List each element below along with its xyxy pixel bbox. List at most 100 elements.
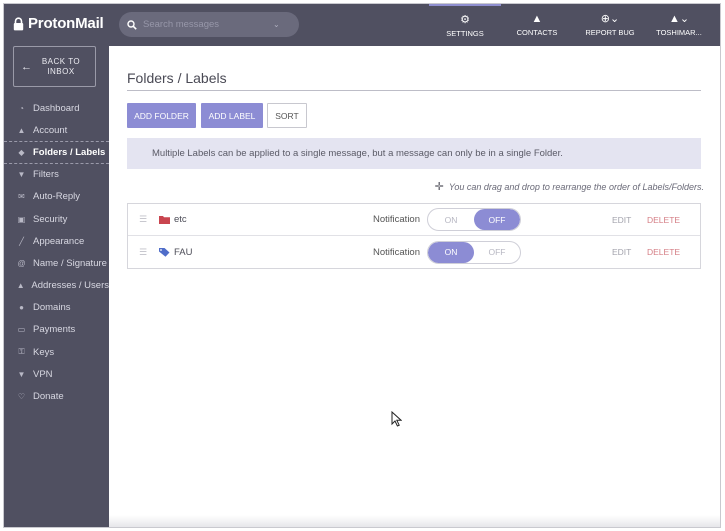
sidebar-item-label: Security [33,213,68,225]
notification-toggle[interactable]: ON OFF [427,240,521,264]
nav-contacts[interactable]: ▲ CONTACTS [509,4,565,46]
folders-labels-list: ☰ etc Notification ON OFF EDIT DELETE ☰ [127,203,701,269]
toggle-on-option[interactable]: ON [428,209,474,230]
heart-icon: ♡ [17,392,26,402]
sidebar-item-donate[interactable]: ♡ Donate [4,385,109,407]
add-label-button[interactable]: ADD LABEL [201,103,263,128]
sidebar-item-addresses-users[interactable]: ▲ Addresses / Users [4,275,109,297]
sidebar-item-label: Folders / Labels [33,146,106,158]
credit-card-icon: ▭ [17,325,26,335]
logo-text: ProtonMail [28,15,104,32]
toggle-off-option[interactable]: OFF [474,209,520,230]
sidebar-item-account[interactable]: ▲ Account [4,119,109,141]
at-icon: @ [17,258,26,268]
folder-icon [159,216,170,224]
item-name: FAU [174,246,193,258]
sidebar-item-security[interactable]: ▣ Security [4,208,109,230]
arrow-left-icon: ← [21,60,32,73]
edit-button[interactable]: EDIT [612,215,631,225]
sidebar-item-label: Auto-Reply [33,191,80,203]
drag-handle-icon[interactable]: ☰ [139,214,147,225]
back-to-inbox-button[interactable]: ← BACK TO INBOX [13,46,96,87]
sidebar-item-folders-labels[interactable]: ◆ Folders / Labels [4,141,109,164]
sidebar-item-label: Donate [33,391,64,403]
delete-button[interactable]: DELETE [647,247,680,257]
sidebar-item-name-signature[interactable]: @ Name / Signature [4,252,109,274]
filter-icon: ▼ [17,170,26,180]
sidebar-item-label: Dashboard [33,102,80,114]
notification-label: Notification [373,214,420,225]
dashboard-icon: ◔ [19,103,24,113]
main-content: Folders / Labels ADD FOLDER ADD LABEL SO… [109,46,720,527]
notification-label: Notification [373,246,420,258]
paintbrush-icon: ╱ [19,236,24,246]
nav-settings[interactable]: ⚙ SETTINGS [429,4,501,46]
key-icon: ⚿ [18,347,25,357]
sidebar-item-label: Filters [33,169,59,181]
sidebar-item-filters[interactable]: ▼ Filters [4,164,109,186]
nav-contacts-label: CONTACTS [516,28,558,37]
envelope-icon: ✉ [18,192,25,202]
add-folder-button[interactable]: ADD FOLDER [127,103,196,128]
search-icon [127,19,137,30]
sidebar-item-label: Keys [33,346,55,358]
drag-hint-text: You can drag and drop to rearrange the o… [448,181,704,192]
bug-icon: ⊕⌄ [600,13,620,25]
sidebar-item-label: Account [33,124,68,136]
sidebar-item-label: Payments [33,324,76,336]
sidebar-item-appearance[interactable]: ╱ Appearance [4,230,109,252]
settings-nav: ◔ Dashboard ▲ Account ◆ Folders / Labels… [4,97,109,408]
sidebar-item-label: Appearance [33,235,85,247]
sidebar-item-payments[interactable]: ▭ Payments [4,319,109,341]
sidebar-item-keys[interactable]: ⚿ Keys [4,341,109,363]
shield-icon: ▼ [17,369,26,379]
info-banner: Multiple Labels can be applied to a sing… [127,138,701,169]
sidebar-item-auto-reply[interactable]: ✉ Auto-Reply [4,186,109,208]
chevron-down-icon[interactable]: ⌄ [273,20,280,29]
contacts-icon: ▲ [531,13,543,25]
protonmail-lock-icon [13,16,24,30]
back-to-inbox-label: BACK TO INBOX [41,56,81,76]
sidebar-item-label: Name / Signature [33,257,107,269]
info-text: Multiple Labels can be applied to a sing… [152,148,563,159]
sidebar-item-label: VPN [33,368,53,380]
lock-icon: ▣ [17,214,26,224]
tag-icon [159,247,170,257]
list-item[interactable]: ☰ etc Notification ON OFF EDIT DELETE [128,204,700,236]
drag-handle-icon[interactable]: ☰ [139,247,147,258]
sidebar-item-label: Domains [33,302,71,314]
mouse-cursor-icon [391,411,402,427]
search-bar: ⌄ [119,12,299,37]
list-item[interactable]: ☰ FAU Notification ON OFF EDIT DELETE [128,236,700,268]
user-icon: ▲⌄ [668,13,690,25]
app-window: ProtonMail ← BACK TO INBOX ◔ Dashboard ▲… [3,3,721,528]
move-icon: ✛ [434,181,444,193]
nav-user-menu[interactable]: ▲⌄ TOSHIMAR... [649,4,709,46]
globe-icon: ● [19,303,24,313]
logo[interactable]: ProtonMail [13,15,104,32]
nav-report-bug-label: REPORT BUG [585,28,635,37]
gears-icon: ⚙ [460,14,470,26]
sort-button[interactable]: SORT [267,103,307,128]
nav-report-bug[interactable]: ⊕⌄ REPORT BUG [579,4,641,46]
delete-button[interactable]: DELETE [647,215,680,225]
nav-user-label: TOSHIMAR... [656,28,702,37]
sidebar-item-vpn[interactable]: ▼ VPN [4,363,109,385]
toggle-off-option[interactable]: OFF [474,242,520,263]
bottom-edge [109,515,720,527]
item-name: etc [174,214,187,225]
page-title: Folders / Labels [127,70,227,86]
sidebar-item-domains[interactable]: ● Domains [4,297,109,319]
sidebar: ProtonMail ← BACK TO INBOX ◔ Dashboard ▲… [4,4,109,527]
nav-settings-label: SETTINGS [446,29,484,38]
toggle-on-option[interactable]: ON [428,241,474,263]
tag-icon: ◆ [18,147,25,157]
sidebar-item-label: Addresses / Users [31,280,109,292]
users-icon: ▲ [16,281,25,291]
notification-toggle[interactable]: ON OFF [427,208,521,231]
drag-hint: ✛ You can drag and drop to rearrange the… [435,180,704,193]
search-input[interactable] [143,19,273,30]
user-icon: ▲ [17,125,26,135]
sidebar-item-dashboard[interactable]: ◔ Dashboard [4,97,109,119]
edit-button[interactable]: EDIT [612,247,631,257]
